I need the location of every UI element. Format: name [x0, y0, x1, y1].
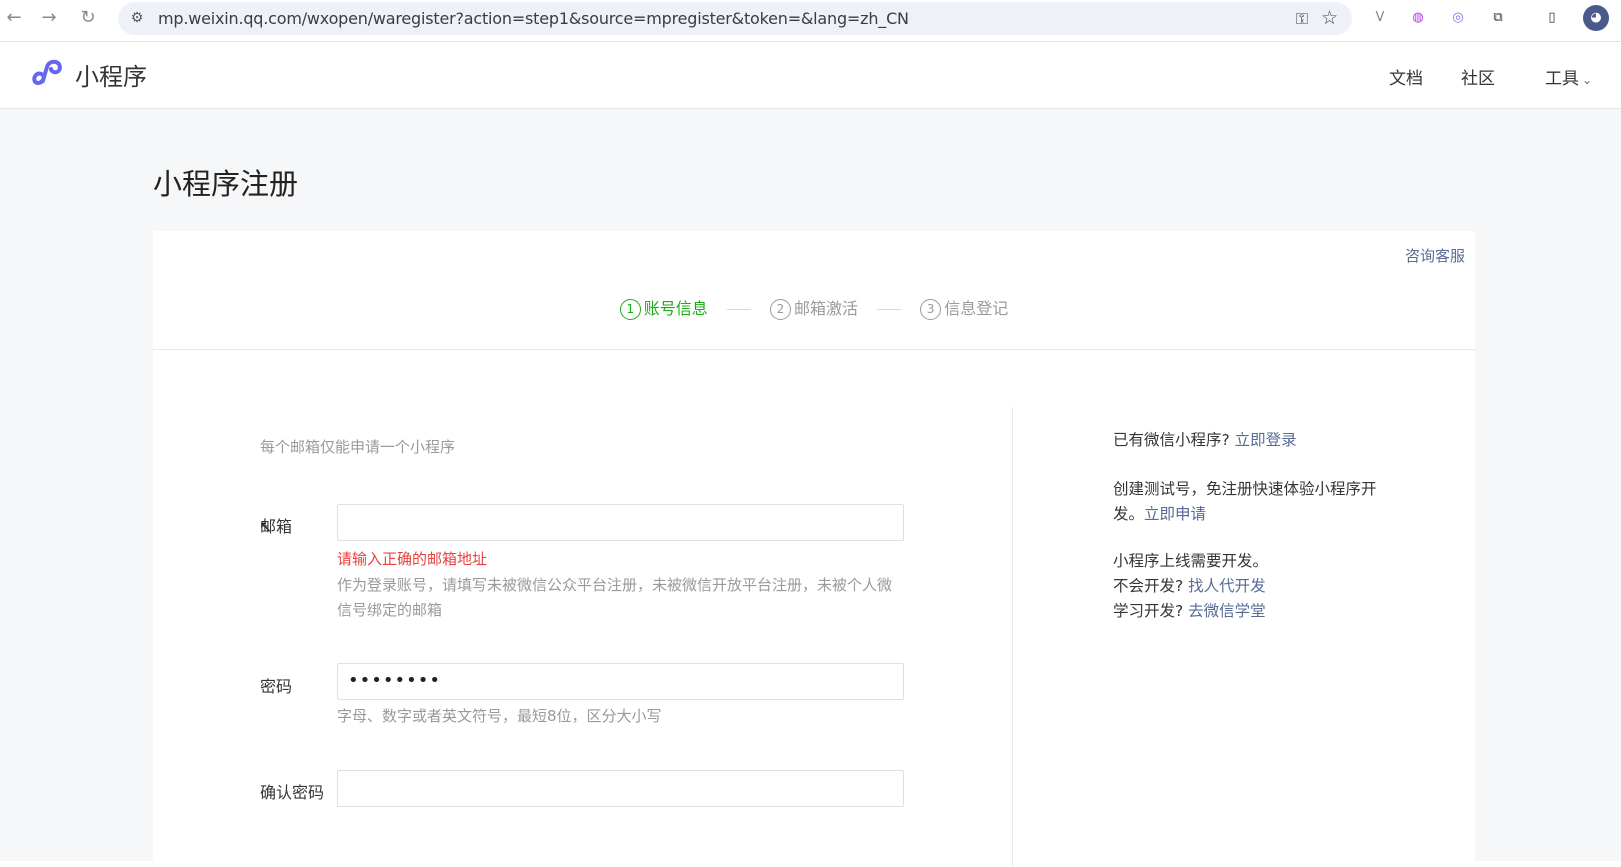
nav-community[interactable]: 社区: [1461, 64, 1495, 89]
password-hint: 字母、数字或者英文符号，最短8位，区分大小写: [337, 707, 662, 725]
step-connector: [726, 309, 751, 310]
learn-dev-row: 学习开发? 去微信学堂: [1113, 599, 1383, 624]
divider: [153, 349, 1475, 350]
nav-tools[interactable]: 工具 ⌄: [1545, 64, 1592, 89]
star-icon[interactable]: ☆: [1321, 7, 1338, 29]
step-number: 1: [619, 299, 641, 320]
password-field[interactable]: ••••••••: [337, 663, 904, 700]
side-login: 已有微信小程序? 立即登录: [1113, 428, 1383, 453]
password-value: ••••••••: [348, 670, 441, 691]
page-body: 小程序注册 咨询客服 1 账号信息 2 邮箱激活 3 信息登记 每个邮箱仅能申请一个小…: [0, 109, 1621, 867]
address-bar[interactable]: ⚙ mp.weixin.qq.com/wxopen/waregister?act…: [118, 2, 1352, 35]
email-field[interactable]: [337, 504, 904, 541]
password-label: 密码: [260, 677, 293, 696]
find-developer-link[interactable]: 找人代开发: [1188, 577, 1266, 595]
extension-v-icon[interactable]: V: [1370, 8, 1390, 28]
side-dev-info: 小程序上线需要开发。 不会开发? 找人代开发 学习开发? 去微信学堂: [1113, 549, 1383, 624]
extension-circle-icon[interactable]: ◎: [1448, 8, 1468, 28]
browser-toolbar: ← → ↻ ⚙ mp.weixin.qq.com/wxopen/waregist…: [0, 0, 1621, 42]
step-number: 2: [769, 299, 791, 320]
extension-globe-icon[interactable]: ◍: [1408, 8, 1428, 28]
chevron-down-icon: ⌄: [1582, 73, 1593, 87]
wechat-academy-link[interactable]: 去微信学堂: [1188, 602, 1266, 620]
step-label: 邮箱激活: [793, 299, 858, 318]
sidebar-icon[interactable]: ▯: [1542, 8, 1562, 28]
step-info-registration: 3 信息登记: [920, 295, 1008, 320]
email-error: 请输入正确的邮箱地址: [337, 550, 488, 568]
side-test-account: 创建测试号，免注册快速体验小程序开发。立即申请: [1113, 477, 1383, 527]
nav-docs[interactable]: 文档: [1389, 64, 1423, 89]
email-hint: 作为登录账号，请填写未被微信公众平台注册，未被微信开放平台注册，未被个人微信号绑…: [337, 576, 893, 619]
key-icon[interactable]: ⚿: [1296, 9, 1308, 29]
confirm-password-label: 确认密码: [260, 783, 325, 802]
step-account-info: 1 账号信息: [619, 295, 708, 320]
confirm-password-field[interactable]: [337, 770, 904, 807]
column-divider: [1012, 407, 1013, 867]
step-number: 3: [920, 299, 942, 320]
need-dev-text: 小程序上线需要开发。: [1113, 552, 1269, 570]
nav-tools-label: 工具: [1545, 69, 1579, 89]
site-header: 小程序 文档 社区 工具 ⌄: [0, 42, 1621, 109]
step-connector: [877, 309, 902, 310]
url-text[interactable]: mp.weixin.qq.com/wxopen/waregister?actio…: [158, 9, 909, 28]
miniprogram-logo-icon[interactable]: [30, 56, 66, 92]
apply-link[interactable]: 立即申请: [1144, 505, 1206, 523]
no-dev-text: 不会开发?: [1113, 577, 1184, 595]
forward-icon[interactable]: →: [37, 6, 61, 30]
site-info-icon[interactable]: ⚙: [128, 9, 146, 27]
login-link[interactable]: 立即登录: [1235, 431, 1297, 449]
mouse-cursor-icon: ↖: [259, 517, 273, 536]
register-card: 咨询客服 1 账号信息 2 邮箱激活 3 信息登记 每个邮箱仅能申请一个小程序 邮箱 …: [153, 231, 1475, 867]
learn-dev-text: 学习开发?: [1113, 602, 1184, 620]
find-dev-row: 不会开发? 找人代开发: [1113, 574, 1383, 599]
step-label: 账号信息: [643, 299, 708, 318]
consult-service-link[interactable]: 咨询客服: [1405, 245, 1465, 266]
avatar[interactable]: ◕: [1583, 5, 1609, 31]
extension-icon[interactable]: ⧉: [1488, 8, 1508, 28]
reload-icon[interactable]: ↻: [76, 6, 100, 30]
step-label: 信息登记: [944, 299, 1009, 318]
page-title: 小程序注册: [153, 167, 299, 201]
step-indicator: 1 账号信息 2 邮箱激活 3 信息登记: [153, 295, 1475, 320]
logo-text[interactable]: 小程序: [75, 57, 147, 92]
back-icon[interactable]: ←: [2, 6, 26, 30]
form-intro: 每个邮箱仅能申请一个小程序: [260, 438, 456, 456]
have-app-text: 已有微信小程序?: [1113, 431, 1230, 449]
step-email-activation: 2 邮箱激活: [769, 295, 858, 320]
